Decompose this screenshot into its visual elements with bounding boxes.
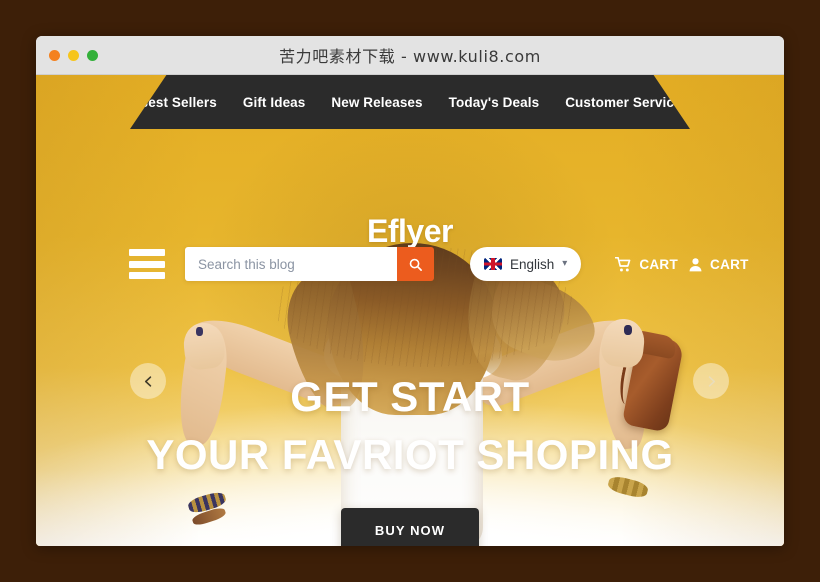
account-links: CART CART bbox=[615, 256, 749, 272]
nav-item-new-releases[interactable]: New Releases bbox=[331, 95, 422, 110]
hamburger-bar-2 bbox=[129, 260, 165, 268]
buy-now-button[interactable]: BUY NOW bbox=[340, 508, 480, 546]
uk-flag-icon bbox=[484, 258, 502, 270]
user-icon bbox=[689, 257, 702, 271]
search-bar bbox=[185, 247, 434, 281]
account-label: CART bbox=[710, 256, 749, 272]
language-label: English bbox=[510, 256, 555, 272]
nav-item-gift-ideas[interactable]: Gift Ideas bbox=[243, 95, 306, 110]
hero-headline-line-2: YOUR FAVRIOT SHOPING bbox=[146, 430, 674, 478]
window-title: 苦力吧素材下载 - www.kuli8.com bbox=[279, 47, 541, 66]
chevron-right-icon bbox=[708, 375, 715, 387]
browser-window: 苦力吧素材下载 - www.kuli8.com Best Sellers Gif… bbox=[36, 36, 784, 546]
model-left-nail bbox=[196, 327, 203, 336]
top-navigation-bar: Best Sellers Gift Ideas New Releases Tod… bbox=[130, 75, 690, 129]
hamburger-menu-icon[interactable] bbox=[129, 249, 165, 279]
search-icon bbox=[409, 258, 422, 271]
shopping-cart-icon bbox=[615, 256, 631, 271]
carousel-prev-button[interactable] bbox=[130, 363, 166, 399]
hero-content: GET START YOUR FAVRIOT SHOPING BUY NOW bbox=[36, 375, 784, 546]
nav-item-todays-deals[interactable]: Today's Deals bbox=[449, 95, 540, 110]
cart-label: CART bbox=[639, 256, 679, 272]
page-viewport: Best Sellers Gift Ideas New Releases Tod… bbox=[36, 75, 784, 546]
carousel-next-button[interactable] bbox=[693, 363, 729, 399]
maximize-button[interactable] bbox=[87, 49, 98, 61]
utility-bar: English ▾ CART CART bbox=[36, 237, 784, 291]
window-controls bbox=[49, 36, 98, 74]
search-input[interactable] bbox=[185, 247, 397, 281]
title-bar: 苦力吧素材下载 - www.kuli8.com bbox=[36, 36, 784, 75]
hamburger-bar-1 bbox=[129, 249, 165, 256]
model-right-nail bbox=[624, 325, 632, 335]
minimize-button[interactable] bbox=[68, 49, 79, 61]
cart-link[interactable]: CART bbox=[615, 256, 679, 272]
nav-item-customer-service[interactable]: Customer Service bbox=[565, 95, 681, 110]
chevron-left-icon bbox=[144, 375, 151, 387]
language-selector[interactable]: English ▾ bbox=[470, 247, 582, 281]
hamburger-bar-3 bbox=[129, 272, 165, 279]
close-button[interactable] bbox=[49, 49, 60, 61]
account-link[interactable]: CART bbox=[688, 257, 749, 272]
chevron-down-icon: ▾ bbox=[562, 258, 568, 269]
search-button[interactable] bbox=[397, 247, 434, 281]
